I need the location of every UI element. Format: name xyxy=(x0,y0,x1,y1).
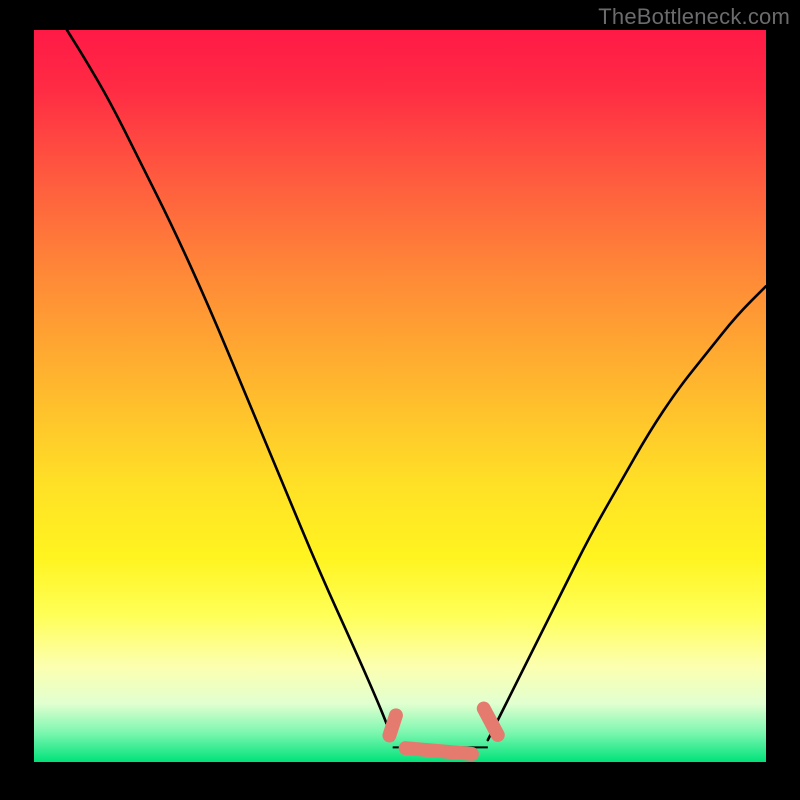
watermark-text: TheBottleneck.com xyxy=(598,4,790,30)
gradient-panel xyxy=(34,30,766,762)
chart-stage: TheBottleneck.com xyxy=(0,0,800,800)
